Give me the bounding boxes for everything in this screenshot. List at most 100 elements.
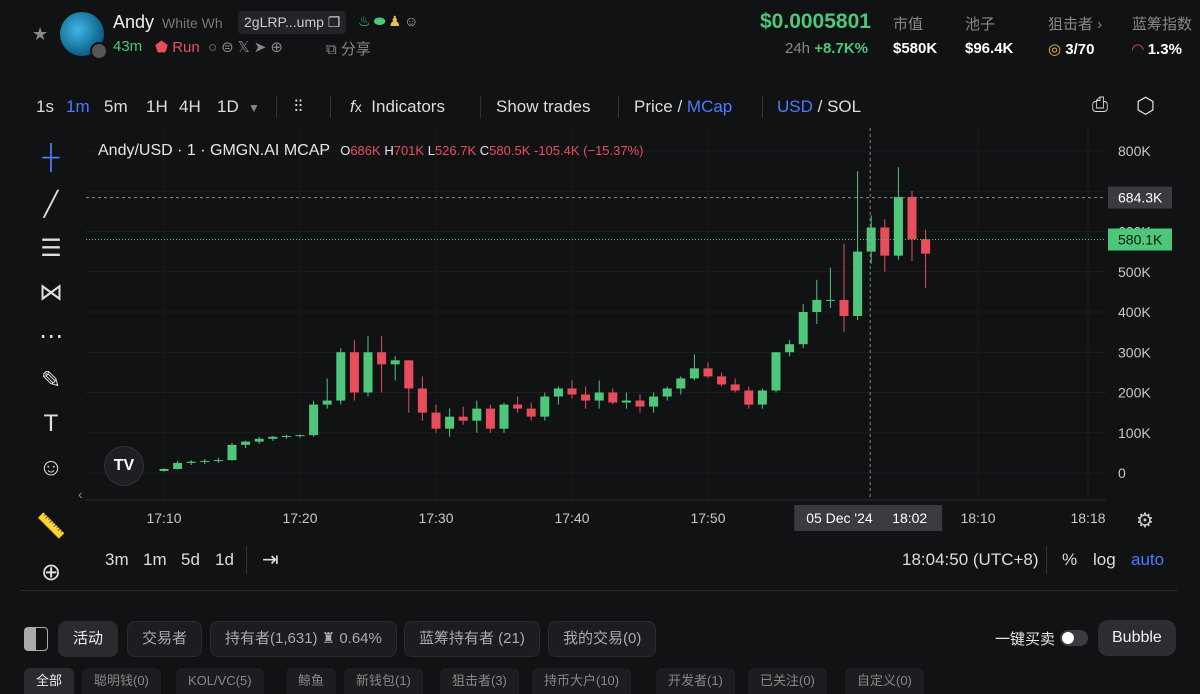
camera-icon[interactable]: ⎙	[1092, 94, 1108, 117]
tab-activity[interactable]: 活动	[58, 621, 119, 657]
indicators-button[interactable]: fx Indicators	[350, 97, 445, 117]
trendline-icon[interactable]: ╱	[22, 190, 80, 219]
measure-lines-icon[interactable]: ⋯	[22, 322, 80, 351]
quick-trade-toggle[interactable]	[1060, 630, 1088, 646]
x-icon[interactable]: 𝕏	[238, 39, 254, 56]
change-24h-label: 24h	[785, 40, 811, 57]
tab-holders[interactable]: 持有者(1,631) ♜ 0.64%	[210, 621, 397, 657]
range-divider	[246, 546, 247, 574]
tab-traders[interactable]: 交易者	[127, 621, 203, 657]
axis-settings-icon[interactable]: ⚙	[1136, 508, 1154, 533]
filter-tab[interactable]: 已关注(0)	[748, 668, 827, 694]
filter-tab[interactable]: 持币大户(10)	[532, 668, 632, 694]
pill-icon: ⬬	[373, 13, 389, 29]
emoji-icon[interactable]: ☺	[22, 454, 80, 482]
layout-toggle-icon[interactable]	[24, 627, 48, 651]
filter-tab[interactable]: 全部	[24, 668, 75, 694]
search-icon[interactable]: ○	[208, 39, 221, 56]
goto-date-icon[interactable]: ⇥	[262, 547, 279, 572]
price-option[interactable]: Price	[634, 97, 673, 116]
candle-type-icon[interactable]: ⫶⫶	[294, 97, 303, 117]
stat-label-snipers[interactable]: 狙击者 ›	[1048, 13, 1102, 34]
run-label: Run	[172, 39, 200, 56]
website-icon[interactable]: ⊕	[270, 39, 287, 56]
zoom-in-icon[interactable]: ⊕	[22, 558, 80, 587]
stat-value-mcap: $580K	[893, 40, 938, 57]
fib-icon[interactable]: ☰	[22, 234, 80, 263]
copy-icon[interactable]: ❐	[328, 14, 341, 30]
filter-tab[interactable]: 狙击者(3)	[440, 668, 519, 694]
log-toggle[interactable]: log	[1093, 550, 1116, 570]
tradingview-logo[interactable]: TV	[104, 446, 144, 486]
collapse-toolbar-icon[interactable]: ‹	[78, 486, 83, 502]
mcap-option[interactable]: MCap	[687, 97, 732, 116]
filter-tab[interactable]: 新钱包(1)	[344, 668, 423, 694]
timezone-clock[interactable]: 18:04:50 (UTC+8)	[902, 550, 1039, 570]
toolbar-divider	[618, 96, 619, 118]
filter-tab[interactable]: 自定义(0)	[845, 668, 924, 694]
settings-icon[interactable]: ⬡	[1136, 93, 1155, 119]
candle-body	[336, 352, 346, 401]
usd-option[interactable]: USD	[777, 97, 813, 116]
filter-tab[interactable]: 鲸鱼	[286, 668, 337, 694]
filter-tab[interactable]: 聪明钱(0)	[82, 668, 161, 694]
candle-body	[322, 400, 332, 405]
interval-1h[interactable]: 1H	[146, 97, 168, 117]
stat-value-pool: $96.4K	[965, 40, 1014, 57]
toolbar-divider	[480, 96, 481, 118]
legend-open: 686K	[350, 143, 381, 158]
candle-body	[254, 438, 264, 442]
range-1m[interactable]: 1m	[143, 550, 167, 570]
auto-toggle[interactable]: auto	[1131, 550, 1164, 570]
percent-toggle[interactable]: %	[1062, 550, 1077, 570]
gauge-icon: ◠	[1132, 41, 1144, 58]
range-3m[interactable]: 3m	[105, 550, 129, 570]
candle-body	[689, 368, 699, 379]
candle-body	[893, 196, 903, 256]
share-button[interactable]: ⧉ 分享	[326, 38, 371, 59]
candle-body	[853, 251, 863, 317]
crosshair-icon[interactable]: ┼	[22, 144, 80, 172]
interval-1s[interactable]: 1s	[36, 97, 54, 117]
contract-address[interactable]: 2gLRP...ump ❐	[238, 11, 347, 34]
interval-dropdown-icon[interactable]: ▼	[248, 101, 260, 115]
range-1d[interactable]: 1d	[215, 550, 234, 570]
chef-icon: ☺	[404, 13, 422, 29]
price-mcap-toggle[interactable]: Price / MCap	[634, 97, 732, 117]
show-trades-button[interactable]: Show trades	[496, 97, 591, 117]
brush-icon[interactable]: ✎	[22, 366, 80, 395]
candle-body	[771, 352, 781, 391]
filter-tab[interactable]: KOL/VC(5)	[176, 668, 264, 694]
sol-option[interactable]: SOL	[827, 97, 861, 116]
bubble-button[interactable]: Bubble	[1098, 620, 1176, 656]
interval-5m[interactable]: 5m	[104, 97, 128, 117]
tab-my-trades[interactable]: 我的交易(0)	[548, 621, 657, 657]
y-tick-label: 500K	[1118, 264, 1151, 280]
pump-icon[interactable]: ⊜	[221, 39, 238, 56]
interval-4h[interactable]: 4H	[179, 97, 201, 117]
toolbar-divider	[762, 96, 763, 118]
range-5d[interactable]: 5d	[181, 550, 200, 570]
interval-1m[interactable]: 1m	[66, 97, 90, 117]
fx-icon: fx	[350, 97, 362, 116]
candle-body	[390, 360, 400, 365]
candle-body	[921, 239, 931, 254]
toolbar-divider	[276, 96, 277, 118]
legend-l-label: L	[427, 143, 435, 158]
pattern-icon[interactable]: ⋈	[22, 278, 80, 307]
interval-1d[interactable]: 1D	[217, 97, 239, 117]
favorite-star-icon[interactable]: ★	[32, 24, 48, 45]
text-icon[interactable]: T	[22, 410, 80, 438]
currency-toggle[interactable]: USD / SOL	[777, 97, 861, 117]
indicators-label: Indicators	[371, 97, 445, 116]
share-label: 分享	[340, 41, 371, 58]
candle-body	[159, 468, 169, 471]
price-chart[interactable]: 800K700K600K500K400K300K200K100K0684.3K5…	[86, 128, 1186, 538]
holders-icon: ♟	[388, 13, 405, 29]
tab-bluechip-holders[interactable]: 蓝筹持有者 (21)	[404, 621, 540, 657]
candle-body	[363, 352, 373, 393]
candle-body	[825, 299, 835, 301]
filter-tab[interactable]: 开发者(1)	[656, 668, 735, 694]
telegram-icon[interactable]: ➤	[254, 39, 271, 56]
ruler-icon[interactable]: 📏	[22, 512, 80, 541]
